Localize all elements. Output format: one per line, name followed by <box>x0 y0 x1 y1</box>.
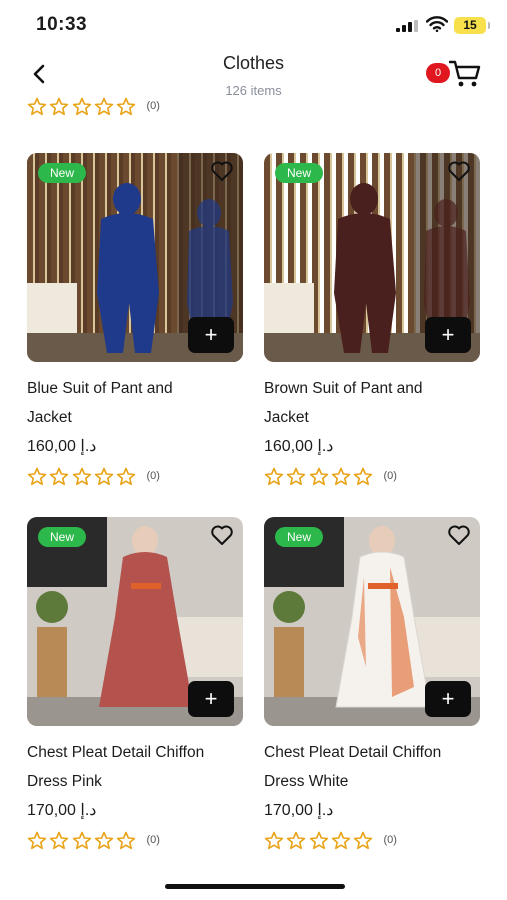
rating-count: (0) <box>146 470 160 482</box>
star-outline-icon <box>309 831 328 849</box>
star-outline-icon <box>287 831 306 849</box>
product-name[interactable]: Blue Suit of Pant and Jacket <box>27 374 243 432</box>
new-badge: New <box>275 163 323 183</box>
star-outline-icon <box>27 97 47 115</box>
cart-icon <box>449 60 481 87</box>
product-rating: (0) <box>264 830 480 850</box>
new-badge: New <box>275 527 323 547</box>
star-rating <box>264 831 375 850</box>
product-price: 170,00 د.إ <box>27 802 97 819</box>
product-rating: (0) <box>27 466 243 486</box>
product-name[interactable]: Chest Pleat Detail Chiffon Dress White <box>264 738 480 796</box>
status-time: 10:33 <box>36 14 88 35</box>
star-outline-icon <box>94 467 114 485</box>
product-card[interactable]: New + Blue Suit of Pant and Jacket 160,0… <box>27 153 243 486</box>
product-name[interactable]: Brown Suit of Pant and Jacket <box>264 374 480 432</box>
new-badge: New <box>38 163 86 183</box>
heart-icon[interactable] <box>447 160 471 182</box>
cart-button[interactable]: 0 <box>424 59 484 91</box>
heart-icon[interactable] <box>210 160 234 182</box>
status-bar: 10:33 15 <box>0 0 507 50</box>
star-rating <box>27 97 138 116</box>
product-rating: (0) <box>27 830 243 850</box>
star-outline-icon <box>50 97 69 115</box>
product-card[interactable]: New + Chest Pleat Detail Chiffon Dress W… <box>264 517 480 850</box>
product-card[interactable]: New + Chest Pleat Detail Chiffon Dress P… <box>27 517 243 850</box>
star-rating <box>264 467 375 486</box>
star-rating <box>27 831 138 850</box>
product-name[interactable]: Chest Pleat Detail Chiffon Dress Pink <box>27 738 243 796</box>
cart-count-badge: 0 <box>426 63 450 83</box>
heart-icon[interactable] <box>447 524 471 546</box>
rating-count: (0) <box>146 834 160 846</box>
add-to-cart-button[interactable]: + <box>188 317 234 353</box>
product-price: 160,00 د.إ <box>27 438 97 455</box>
partial-rating-row: (0) <box>27 96 160 116</box>
product-image[interactable]: New + <box>27 153 243 362</box>
star-outline-icon <box>309 467 328 485</box>
rating-count: (0) <box>146 100 160 112</box>
rating-count: (0) <box>383 834 397 846</box>
product-rating: (0) <box>264 466 480 486</box>
product-price: 160,00 د.إ <box>264 438 334 455</box>
star-outline-icon <box>331 831 351 849</box>
star-outline-icon <box>331 467 351 485</box>
product-image[interactable]: New + <box>264 153 480 362</box>
battery-icon: 15 <box>454 17 490 34</box>
star-outline-icon <box>116 831 136 849</box>
star-outline-icon <box>264 467 284 485</box>
product-image[interactable]: New + <box>27 517 243 726</box>
star-outline-icon <box>50 831 69 849</box>
star-outline-icon <box>72 467 91 485</box>
star-outline-icon <box>94 831 114 849</box>
star-rating <box>27 467 138 486</box>
star-outline-icon <box>353 467 373 485</box>
star-outline-icon <box>116 467 136 485</box>
star-outline-icon <box>50 467 69 485</box>
star-outline-icon <box>72 97 91 115</box>
product-image[interactable]: New + <box>264 517 480 726</box>
product-card[interactable]: New + Brown Suit of Pant and Jacket 160,… <box>264 153 480 486</box>
wifi-icon <box>426 16 448 32</box>
rating-count: (0) <box>383 470 397 482</box>
new-badge: New <box>38 527 86 547</box>
heart-icon[interactable] <box>210 524 234 546</box>
product-price: 170,00 د.إ <box>264 802 334 819</box>
star-outline-icon <box>72 831 91 849</box>
add-to-cart-button[interactable]: + <box>425 681 471 717</box>
add-to-cart-button[interactable]: + <box>188 681 234 717</box>
star-outline-icon <box>353 831 373 849</box>
star-outline-icon <box>264 831 284 849</box>
star-outline-icon <box>27 467 47 485</box>
star-outline-icon <box>94 97 114 115</box>
signal-icon <box>396 20 418 32</box>
home-indicator[interactable] <box>165 884 345 889</box>
add-to-cart-button[interactable]: + <box>425 317 471 353</box>
star-outline-icon <box>27 831 47 849</box>
star-outline-icon <box>116 97 136 115</box>
star-outline-icon <box>287 467 306 485</box>
